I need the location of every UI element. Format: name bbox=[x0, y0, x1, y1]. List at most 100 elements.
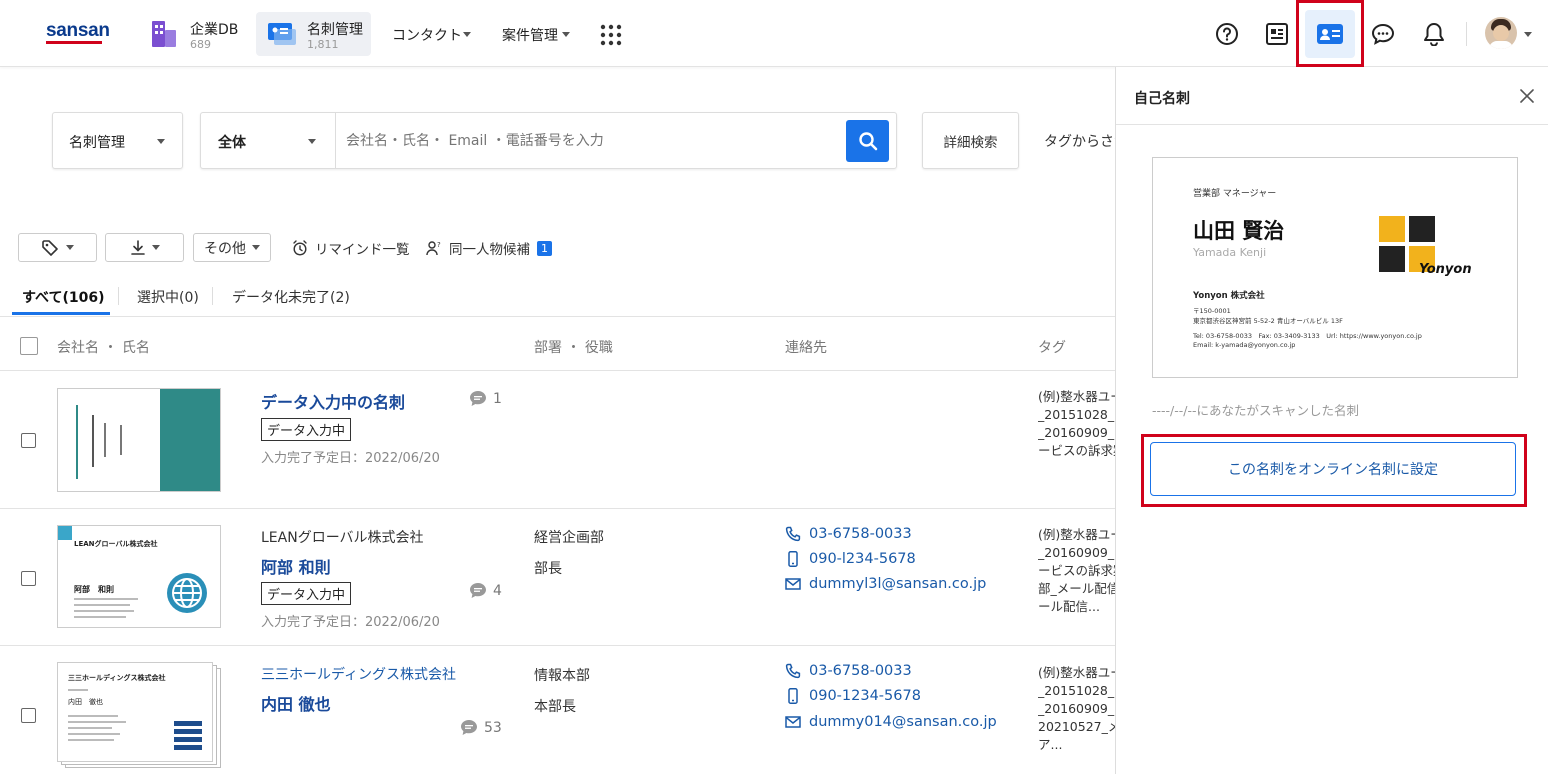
other-label: その他 bbox=[204, 240, 246, 257]
my-card-panel: 自己名刺 営業部 マネージャー 山田 賢治 Yamada Kenji Yonyo… bbox=[1115, 67, 1548, 774]
search-button[interactable] bbox=[846, 120, 889, 162]
card-text-line bbox=[68, 715, 118, 717]
email-link[interactable]: dummyl3l@sansan.co.jp bbox=[785, 576, 986, 592]
sansan-logo[interactable]: sansan bbox=[46, 20, 110, 42]
panel-title: 自己名刺 bbox=[1134, 91, 1190, 107]
nav-contact[interactable]: コンタクト bbox=[390, 12, 480, 56]
row-checkbox[interactable] bbox=[21, 571, 36, 586]
nav-deal[interactable]: 案件管理 bbox=[502, 12, 582, 56]
card-name-text: 阿部 和則 bbox=[74, 585, 114, 594]
scope-select[interactable]: 名刺管理 bbox=[52, 112, 183, 169]
phone-link[interactable]: 03-6758-0033 bbox=[785, 526, 912, 542]
divider bbox=[1116, 124, 1548, 125]
advanced-search-button[interactable]: 詳細検索 bbox=[922, 112, 1019, 169]
business-card-icon bbox=[268, 23, 296, 45]
tag-item: _20160909_ bbox=[1038, 425, 1115, 440]
contact-name-link[interactable]: 阿部 和則 bbox=[261, 554, 331, 578]
company-name: LEANグローバル株式会社 bbox=[261, 530, 424, 546]
apps-grid-icon[interactable] bbox=[600, 24, 622, 46]
globe-icon bbox=[167, 573, 207, 613]
divider bbox=[0, 370, 1115, 371]
yonyon-logo-block bbox=[1379, 246, 1405, 272]
scope-select-label: 名刺管理 bbox=[69, 135, 125, 151]
chevron-down-icon[interactable] bbox=[1524, 32, 1532, 37]
row-checkbox[interactable] bbox=[21, 433, 36, 448]
card-address: 東京都渋谷区神宮前 5-52-2 青山オーバルビル 13F bbox=[1193, 317, 1343, 325]
card-logo-stripe bbox=[174, 737, 202, 742]
nav-card-management[interactable]: 名刺管理 1,811 bbox=[256, 12, 371, 56]
yonyon-logo-text: Yonyon bbox=[1419, 262, 1472, 277]
phone-number: 03-6758-0033 bbox=[809, 526, 912, 542]
column-header-contact[interactable]: 連絡先 bbox=[785, 337, 827, 357]
remind-label: リマインド一覧 bbox=[315, 242, 410, 258]
column-header-department[interactable]: 部署 ・ 役職 bbox=[534, 337, 613, 357]
filter-select-label: 全体 bbox=[218, 135, 246, 151]
chevron-down-icon bbox=[308, 139, 316, 144]
contact-name-link[interactable]: データ入力中の名刺 bbox=[261, 389, 405, 413]
card-logo-stripe bbox=[174, 721, 202, 726]
mobile-link[interactable]: 090-l234-5678 bbox=[785, 551, 916, 567]
mobile-number: 090-1234-5678 bbox=[809, 688, 921, 704]
comment-count[interactable]: 1 bbox=[469, 390, 502, 407]
tab-selected[interactable]: 選択中(0) bbox=[137, 287, 199, 307]
comment-count[interactable]: 4 bbox=[469, 582, 502, 599]
tag-list[interactable]: (例)整水器ユー _20151028_ _20160909_ 20210527_… bbox=[1038, 664, 1116, 754]
yonyon-logo-block bbox=[1409, 216, 1435, 242]
card-company-text: LEANグローバル株式会社 bbox=[74, 540, 158, 548]
tab-data-incomplete[interactable]: データ化未完了(2) bbox=[232, 287, 350, 307]
job-title: 部長 bbox=[534, 561, 562, 577]
email-link[interactable]: dummy014@sansan.co.jp bbox=[785, 714, 997, 730]
person-question-icon: ? bbox=[426, 241, 441, 256]
card-vertical-text-line bbox=[76, 405, 78, 479]
remind-list-link[interactable]: リマインド一覧 bbox=[292, 238, 410, 258]
card-thumbnail[interactable]: LEANグローバル株式会社 阿部 和則 bbox=[57, 525, 221, 628]
chat-icon[interactable] bbox=[1363, 14, 1403, 54]
building-icon bbox=[152, 21, 176, 47]
status-badge: データ入力中 bbox=[261, 582, 352, 605]
tag-item: 20210527_メ bbox=[1038, 719, 1116, 734]
news-icon[interactable] bbox=[1257, 14, 1297, 54]
tag-list[interactable]: (例)整水器ユー _20160909_ ービスの訴求案 部_メール配信 ール配信… bbox=[1038, 526, 1116, 616]
comment-count-value: 4 bbox=[493, 582, 502, 599]
tag-dropdown-button[interactable] bbox=[18, 233, 97, 262]
scan-note: ----/--/--にあなたがスキャンした名刺 bbox=[1152, 403, 1360, 418]
contact-name-link[interactable]: 内田 徹也 bbox=[261, 691, 331, 715]
nav-company-db-count: 689 bbox=[190, 38, 211, 51]
close-icon[interactable] bbox=[1520, 89, 1534, 103]
job-title: 本部長 bbox=[534, 699, 576, 715]
card-text-line bbox=[74, 610, 134, 612]
card-thumbnail[interactable] bbox=[57, 388, 221, 492]
other-dropdown-button[interactable]: その他 bbox=[193, 233, 271, 262]
card-contact-line: Tel: 03-6758-0033 Fax: 03-3409-3133 Url:… bbox=[1193, 332, 1422, 340]
business-card-preview[interactable]: 営業部 マネージャー 山田 賢治 Yamada Kenji Yonyon Yon… bbox=[1152, 157, 1518, 378]
avatar[interactable] bbox=[1485, 17, 1517, 49]
comment-count[interactable]: 53 bbox=[460, 719, 502, 736]
card-text-line bbox=[68, 721, 126, 723]
column-header-tag[interactable]: タグ bbox=[1038, 337, 1066, 357]
tag-item: ービスの訴求案 bbox=[1038, 563, 1116, 578]
card-text-line bbox=[68, 689, 88, 691]
row-checkbox[interactable] bbox=[21, 708, 36, 723]
email-address: dummyl3l@sansan.co.jp bbox=[809, 576, 987, 592]
mobile-link[interactable]: 090-1234-5678 bbox=[785, 688, 921, 704]
tab-divider bbox=[212, 287, 213, 305]
tab-all[interactable]: すべて(106) bbox=[22, 287, 104, 307]
search-input[interactable] bbox=[346, 123, 836, 158]
phone-link[interactable]: 03-6758-0033 bbox=[785, 663, 912, 679]
same-person-link[interactable]: ? 同一人物候補 1 bbox=[426, 238, 552, 258]
tag-list[interactable]: (例)整水器ユー _20151028_ _20160909_ ービスの訴求案 bbox=[1038, 388, 1116, 460]
tag-search-link[interactable]: タグからさが bbox=[1044, 131, 1115, 151]
filter-select[interactable]: 全体 bbox=[201, 113, 336, 168]
nav-company-db[interactable]: 企業DB 689 bbox=[140, 12, 250, 56]
header-divider bbox=[1466, 22, 1467, 46]
help-icon[interactable] bbox=[1207, 14, 1247, 54]
select-all-checkbox[interactable] bbox=[20, 337, 38, 355]
status-badge: データ入力中 bbox=[261, 418, 352, 441]
column-header-company-name[interactable]: 会社名 ・ 氏名 bbox=[57, 337, 150, 357]
company-name-link[interactable]: 三三ホールディングス株式会社 bbox=[261, 664, 456, 684]
card-name-text: 内田 徹也 bbox=[68, 698, 103, 706]
bell-icon[interactable] bbox=[1414, 14, 1454, 54]
chevron-down-icon bbox=[157, 139, 165, 144]
card-thumbnail[interactable]: 三三ホールディングス株式会社 内田 徹也 bbox=[57, 662, 213, 762]
download-dropdown-button[interactable] bbox=[105, 233, 184, 262]
